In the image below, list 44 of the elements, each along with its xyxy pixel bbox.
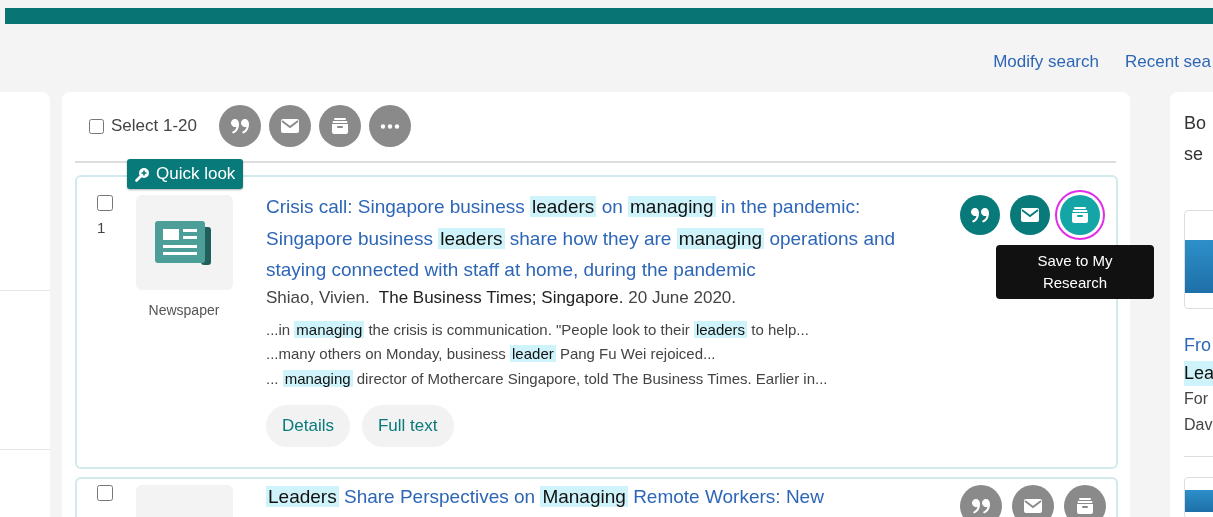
email-button[interactable] [1010, 195, 1050, 235]
header-link[interactable]: Modify search [993, 52, 1099, 80]
sidebar-item-text: For [1184, 389, 1209, 409]
sidebar-item-text: Dav [1184, 415, 1213, 435]
quote-icon [230, 118, 250, 134]
archive-box-icon [1076, 498, 1094, 514]
envelope-icon [1024, 499, 1042, 513]
header-link[interactable]: Recent sea [1125, 52, 1211, 80]
cite-button[interactable] [219, 105, 261, 147]
result-number: 1 [97, 219, 107, 236]
select-label: Select 1-20 [111, 116, 197, 136]
sidebar-heading-text: Bo [1184, 112, 1208, 135]
email-button[interactable] [1012, 485, 1054, 517]
result-action-button[interactable]: Full text [361, 405, 454, 447]
result-action-button[interactable]: Details [266, 405, 350, 447]
sidebar-item-title-link[interactable]: Fro [1184, 335, 1213, 356]
select-all-checkbox[interactable] [89, 118, 104, 134]
newspaper-icon [155, 220, 213, 265]
result-checkbox[interactable] [97, 195, 113, 211]
cite-button[interactable] [960, 485, 1002, 517]
snippet-text: ... managing director of Mothercare Singapore, told The Business Times. Earlier in... [266, 368, 829, 389]
result-title-link[interactable]: Crisis call: Singapore business leaders on managing in the pandemic: Singapore business leaders share how they are managing operations and staying connected with staff at home, during the pandemic [266, 191, 946, 286]
citation-text: Shiao, Vivien. The Business Times; Singapore. 20 June 2020. [266, 286, 737, 309]
more-button[interactable] [369, 105, 411, 147]
save-button[interactable] [319, 105, 361, 147]
zoom-icon [135, 166, 150, 182]
save-button[interactable] [1064, 485, 1106, 517]
email-button[interactable] [269, 105, 311, 147]
snippet-text: ...many others on Monday, business leader Pang Fu Wei rejoiced... [266, 344, 717, 364]
more-icon [380, 123, 400, 129]
archive-box-icon [1071, 207, 1089, 223]
envelope-icon [281, 119, 299, 133]
quote-icon [970, 207, 990, 223]
result-checkbox[interactable] [97, 485, 113, 501]
archive-box-icon [331, 118, 349, 134]
tooltip: Save to My Research [996, 245, 1154, 299]
quick-look-button[interactable]: Quick look [127, 159, 244, 189]
sidebar-heading-text: se [1184, 143, 1204, 166]
quote-icon [971, 498, 991, 514]
cite-button[interactable] [960, 195, 1000, 235]
envelope-icon [1021, 208, 1039, 222]
result-title-link[interactable]: Leaders Share Perspectives on Managing Remote Workers: New [266, 481, 946, 513]
document-type-label: Newspaper [148, 302, 220, 318]
snippet-text: ...in managing the crisis is communication. "People look to their leaders to help... [266, 319, 810, 340]
